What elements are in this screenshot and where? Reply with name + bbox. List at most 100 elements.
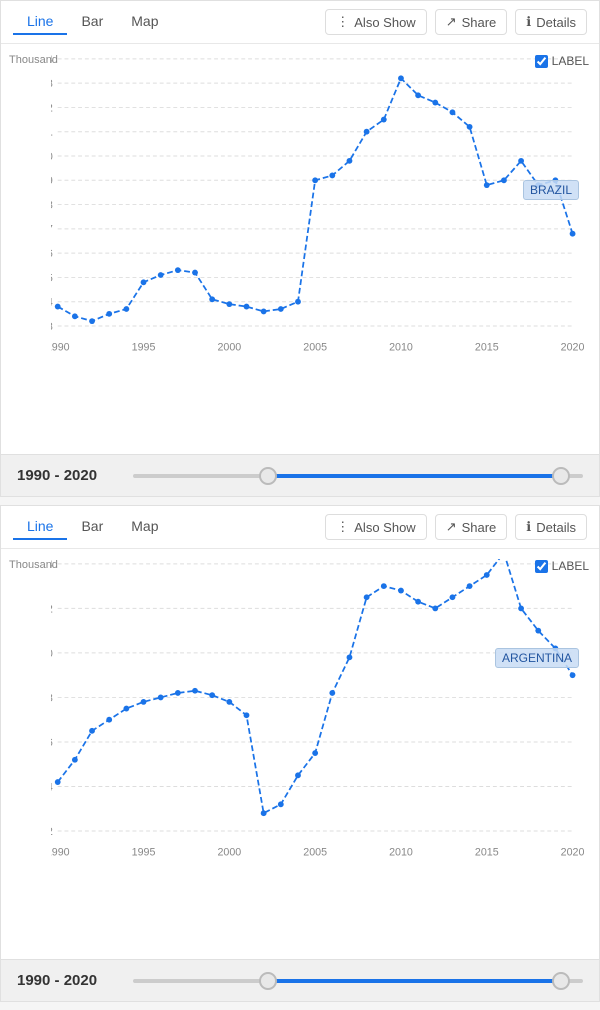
svg-text:6: 6 — [51, 737, 53, 749]
data-dot — [518, 605, 524, 611]
share-button[interactable]: ↗Share — [435, 514, 508, 540]
svg-text:1995: 1995 — [132, 846, 156, 858]
svg-text:10: 10 — [51, 648, 53, 660]
chart-brazil: LineBarMap ⋮Also Show ↗Share ℹDetails Thousa… — [0, 0, 600, 497]
svg-text:4: 4 — [51, 297, 53, 309]
details-button[interactable]: ℹDetails — [515, 514, 587, 540]
data-dot — [175, 690, 181, 696]
svg-text:8: 8 — [51, 692, 53, 704]
svg-text:2000: 2000 — [217, 846, 241, 858]
share-button-icon: ↗ — [446, 14, 457, 30]
svg-text:8: 8 — [51, 199, 53, 211]
y-axis-label: Thousand — [9, 54, 58, 66]
country-tag: BRAZIL — [523, 180, 579, 200]
slider-thumb-left[interactable] — [259, 972, 277, 990]
tab-bar[interactable]: Bar — [67, 514, 117, 540]
data-dot — [467, 583, 473, 589]
y-axis-label: Thousand — [9, 559, 58, 571]
svg-text:2005: 2005 — [303, 341, 327, 353]
also-show-button[interactable]: ⋮Also Show — [325, 514, 426, 540]
data-dot — [89, 318, 95, 324]
chart-argentina: LineBarMap ⋮Also Show ↗Share ℹDetails Thousa… — [0, 505, 600, 1002]
data-dot — [278, 801, 284, 807]
label-toggle[interactable] — [535, 55, 548, 68]
svg-text:1995: 1995 — [132, 341, 156, 353]
data-dot — [364, 129, 370, 135]
details-button-icon: ℹ — [526, 519, 531, 535]
data-dot — [278, 306, 284, 312]
label-checkbox[interactable]: LABEL — [535, 559, 589, 573]
svg-text:2020: 2020 — [561, 846, 585, 858]
also-show-button[interactable]: ⋮Also Show — [325, 9, 426, 35]
data-dot — [535, 628, 541, 634]
data-dot — [381, 117, 387, 123]
label-text: LABEL — [552, 54, 589, 68]
label-text: LABEL — [552, 559, 589, 573]
details-button[interactable]: ℹDetails — [515, 9, 587, 35]
data-dot — [123, 306, 129, 312]
tab-map[interactable]: Map — [117, 514, 172, 540]
chart-area: ThousandLABEL345678910111213141990199520… — [1, 44, 599, 454]
data-dot — [226, 301, 232, 307]
slider-thumb-right[interactable] — [552, 972, 570, 990]
data-dot — [415, 599, 421, 605]
svg-text:12: 12 — [51, 603, 53, 615]
svg-text:2015: 2015 — [475, 846, 499, 858]
svg-text:12: 12 — [51, 102, 53, 114]
data-dot — [432, 100, 438, 106]
data-dot — [192, 270, 198, 276]
chart-area: ThousandLABEL246810121419901995200020052… — [1, 549, 599, 959]
svg-text:7: 7 — [51, 224, 53, 236]
slider-bar: 1990 - 2020 — [1, 454, 599, 496]
data-dot — [192, 688, 198, 694]
data-dot — [106, 717, 112, 723]
data-dot — [570, 672, 576, 678]
data-dot — [450, 594, 456, 600]
data-dot — [141, 279, 147, 285]
chart-svg: 24681012141990199520002005201020152020 — [51, 559, 589, 899]
data-dot — [72, 757, 78, 763]
svg-text:1990: 1990 — [51, 846, 70, 858]
data-dot — [381, 583, 387, 589]
slider-thumb-left[interactable] — [259, 467, 277, 485]
country-tag: ARGENTINA — [495, 648, 579, 668]
data-dot — [244, 712, 250, 718]
svg-text:10: 10 — [51, 151, 53, 163]
slider-track[interactable] — [133, 979, 583, 983]
tab-map[interactable]: Map — [117, 9, 172, 35]
slider-range-label: 1990 - 2020 — [17, 972, 117, 989]
share-button[interactable]: ↗Share — [435, 9, 508, 35]
data-dot — [55, 779, 61, 785]
slider-track[interactable] — [133, 474, 583, 478]
tab-group: LineBarMap — [13, 9, 173, 35]
data-dot — [347, 158, 353, 164]
slider-thumb-right[interactable] — [552, 467, 570, 485]
slider-fill — [268, 474, 561, 478]
data-dot — [329, 173, 335, 179]
data-dot — [501, 177, 507, 183]
data-dot — [209, 296, 215, 302]
data-dot — [158, 272, 164, 278]
svg-text:2000: 2000 — [217, 341, 241, 353]
chart-svg: 3456789101112131419901995200020052010201… — [51, 54, 589, 394]
data-dot — [450, 109, 456, 115]
data-dot — [123, 706, 129, 712]
data-dot — [295, 772, 301, 778]
data-dot — [261, 309, 267, 315]
data-dot — [175, 267, 181, 273]
svg-text:5: 5 — [51, 272, 53, 284]
data-dot — [415, 92, 421, 98]
data-dot — [312, 177, 318, 183]
data-dot — [467, 124, 473, 130]
svg-text:2: 2 — [51, 826, 53, 838]
tab-bar[interactable]: Bar — [67, 9, 117, 35]
toolbar: LineBarMap ⋮Also Show ↗Share ℹDetails — [1, 506, 599, 549]
data-dot — [518, 158, 524, 164]
data-dot — [398, 588, 404, 594]
label-checkbox[interactable]: LABEL — [535, 54, 589, 68]
svg-text:4: 4 — [51, 781, 53, 793]
label-toggle[interactable] — [535, 560, 548, 573]
tab-line[interactable]: Line — [13, 9, 67, 35]
data-dot — [209, 692, 215, 698]
tab-line[interactable]: Line — [13, 514, 67, 540]
